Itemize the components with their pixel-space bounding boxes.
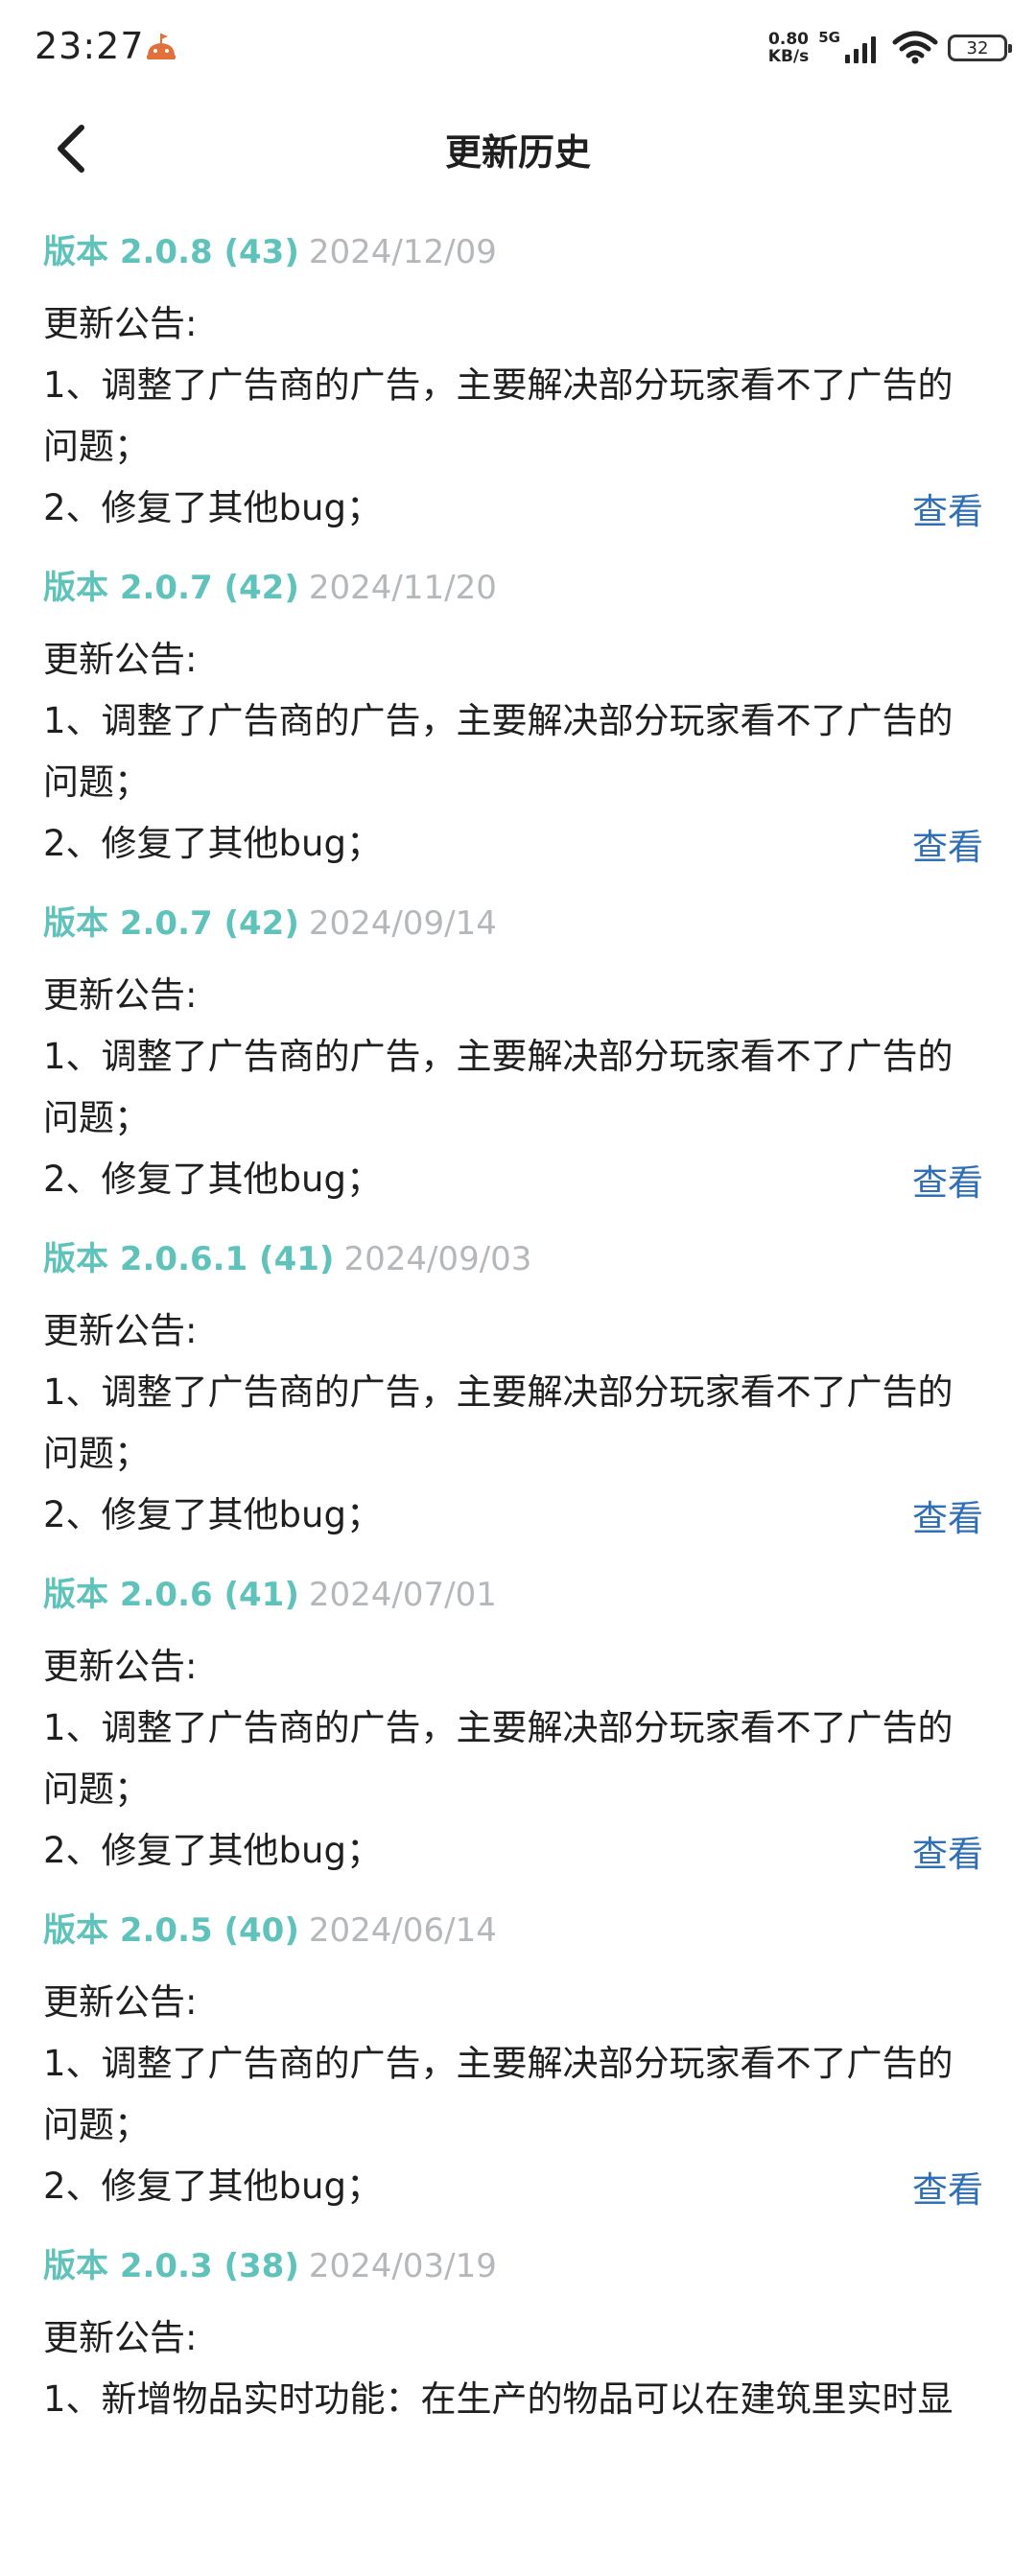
notice-label: 更新公告:: [43, 974, 198, 1016]
battery-icon: 32: [948, 35, 1012, 61]
notice-label: 更新公告:: [43, 2317, 198, 2358]
notice-line-1-cont: 问题；: [43, 761, 150, 803]
notice-line-2: 2、修复了其他bug；: [43, 1159, 382, 1200]
entry-header: 版本 2.0.3 (38) 2024/03/19: [43, 2240, 998, 2307]
network-speed-value: 0.80: [768, 30, 809, 49]
notice-label: 更新公告:: [43, 303, 198, 344]
notice-label: 更新公告:: [43, 1646, 198, 1687]
notice-line-1: 1、新增物品实时功能：在生产的物品可以在建筑里实时显: [43, 2378, 954, 2420]
view-button[interactable]: 查看: [912, 1488, 983, 1550]
view-button[interactable]: 查看: [912, 817, 983, 878]
status-time: 23:27: [35, 25, 145, 67]
wifi-icon: [892, 31, 938, 64]
list-item: 版本 2.0.3 (38) 2024/03/19 更新公告: 1、新增物品实时功能…: [0, 2240, 1036, 2576]
entry-header: 版本 2.0.7 (42) 2024/09/14: [43, 898, 998, 965]
notice-label: 更新公告:: [43, 1310, 198, 1351]
entry-header: 版本 2.0.8 (43) 2024/12/09: [43, 226, 998, 293]
header: 更新历史: [0, 105, 1036, 192]
list-item: 版本 2.0.6 (41) 2024/07/01 更新公告: 1、调整了广告商的广…: [0, 1569, 1036, 1905]
notice-line-2: 2、修复了其他bug；: [43, 1494, 382, 1535]
notice-line-2: 2、修复了其他bug；: [43, 1830, 382, 1871]
notice-line-2: 2、修复了其他bug；: [43, 823, 382, 864]
view-button[interactable]: 查看: [912, 1824, 983, 1885]
entry-date: 2024/11/20: [308, 569, 497, 607]
network-speed-unit: KB/s: [767, 47, 810, 66]
entry-header: 版本 2.0.6.1 (41) 2024/09/03: [43, 1233, 998, 1300]
entry-date: 2024/12/09: [308, 233, 497, 271]
notice-line-1: 1、调整了广告商的广告，主要解决部分玩家看不了广告的: [43, 364, 954, 406]
status-indicators: 0.80 KB/s 5G 32: [768, 27, 1012, 69]
entry-date: 2024/03/19: [308, 2247, 497, 2285]
signal-icon: [845, 36, 876, 63]
list-item: 版本 2.0.5 (40) 2024/06/14 更新公告: 1、调整了广告商的广…: [0, 1905, 1036, 2240]
list-item: 版本 2.0.7 (42) 2024/11/20 更新公告: 1、调整了广告商的广…: [0, 562, 1036, 898]
network-speed: 0.80 KB/s: [768, 31, 809, 65]
notice-line-1-cont: 问题；: [43, 1433, 150, 1474]
list-item: 版本 2.0.6.1 (41) 2024/09/03 更新公告: 1、调整了广告商…: [0, 1233, 1036, 1569]
notice-line-1-cont: 问题；: [43, 1097, 150, 1138]
entry-date: 2024/09/03: [343, 1240, 532, 1278]
page-title: 更新历史: [444, 131, 591, 174]
notice-label: 更新公告:: [43, 639, 198, 680]
list-item: 版本 2.0.7 (42) 2024/09/14 更新公告: 1、调整了广告商的广…: [0, 898, 1036, 1233]
notice-label: 更新公告:: [43, 1981, 198, 2023]
entry-header: 版本 2.0.6 (41) 2024/07/01: [43, 1569, 998, 1636]
app-notification-icon: [147, 34, 176, 59]
entry-version: 版本 2.0.7 (42): [43, 904, 299, 943]
status-bar: 23:27 0.80 KB/s 5G 32: [0, 0, 1036, 96]
notice-line-1-cont: 问题；: [43, 2104, 150, 2145]
view-button[interactable]: 查看: [912, 1153, 983, 1214]
entry-version: 版本 2.0.6 (41): [43, 1576, 299, 1614]
entry-version: 版本 2.0.7 (42): [43, 569, 299, 607]
notice-line-1: 1、调整了广告商的广告，主要解决部分玩家看不了广告的: [43, 1036, 954, 1077]
notice-line-2: 2、修复了其他bug；: [43, 2166, 382, 2207]
entry-version: 版本 2.0.6.1 (41): [43, 1240, 335, 1278]
entry-version: 版本 2.0.3 (38): [43, 2247, 299, 2285]
notice-line-1: 1、调整了广告商的广告，主要解决部分玩家看不了广告的: [43, 1371, 954, 1413]
view-button[interactable]: 查看: [912, 481, 983, 543]
entry-date: 2024/07/01: [308, 1576, 497, 1614]
notice-line-1-cont: 问题；: [43, 426, 150, 467]
notice-line-2: 2、修复了其他bug；: [43, 487, 382, 528]
entry-version: 版本 2.0.5 (40): [43, 1911, 299, 1950]
entry-header: 版本 2.0.7 (42) 2024/11/20: [43, 562, 998, 629]
notice-line-1: 1、调整了广告商的广告，主要解决部分玩家看不了广告的: [43, 1707, 954, 1748]
entry-date: 2024/06/14: [308, 1911, 497, 1950]
update-history-list: 版本 2.0.8 (43) 2024/12/09 更新公告: 1、调整了广告商的广…: [0, 226, 1036, 2576]
network-type: 5G: [818, 29, 840, 46]
entry-header: 版本 2.0.5 (40) 2024/06/14: [43, 1905, 998, 1972]
notice-line-1-cont: 问题；: [43, 1768, 150, 1810]
entry-version: 版本 2.0.8 (43): [43, 233, 299, 271]
view-button[interactable]: 查看: [912, 2160, 983, 2221]
battery-level: 32: [966, 37, 989, 59]
notice-line-1: 1、调整了广告商的广告，主要解决部分玩家看不了广告的: [43, 2043, 954, 2084]
entry-date: 2024/09/14: [308, 904, 497, 943]
notice-line-1: 1、调整了广告商的广告，主要解决部分玩家看不了广告的: [43, 700, 954, 741]
list-item: 版本 2.0.8 (43) 2024/12/09 更新公告: 1、调整了广告商的广…: [0, 226, 1036, 562]
